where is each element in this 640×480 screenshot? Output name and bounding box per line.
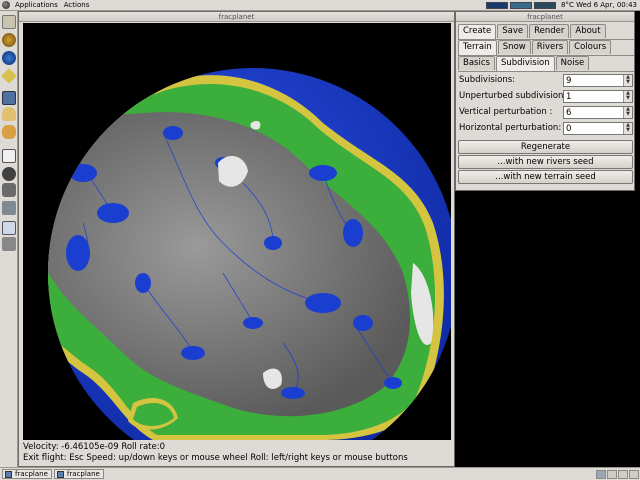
horizontal-perturbation-spinbox[interactable]: 0 ▲ ▼ xyxy=(563,122,633,135)
clock[interactable]: 8°C Wed 6 Apr, 00:43 xyxy=(558,1,640,9)
browser-launcher-icon[interactable] xyxy=(2,51,16,65)
regenerate-button[interactable]: Regenerate xyxy=(458,140,633,154)
memory-monitor-icon[interactable] xyxy=(510,1,533,9)
tab-create[interactable]: Create xyxy=(458,24,497,39)
tab-basics[interactable]: Basics xyxy=(458,56,495,70)
unperturbed-subdivisions-spinbox[interactable]: 1 ▲ ▼ xyxy=(563,90,633,103)
printer-launcher-icon[interactable] xyxy=(2,201,16,215)
tab-snow[interactable]: Snow xyxy=(497,40,531,54)
camera-launcher-icon[interactable] xyxy=(2,167,16,181)
applications-menu[interactable]: Applications xyxy=(12,1,61,9)
spin-arrows-icon[interactable]: ▲ ▼ xyxy=(623,123,632,134)
workspace-1[interactable] xyxy=(596,469,606,479)
unperturbed-subdivisions-row: Unperturbed subdivisions: 1 ▲ ▼ xyxy=(459,90,633,104)
subdivisions-spinbox[interactable]: 9 ▲ ▼ xyxy=(563,74,633,87)
workspace-3[interactable] xyxy=(618,469,628,479)
top-panel: Applications Actions 8°C Wed 6 Apr, 00:4… xyxy=(0,0,640,11)
control-window-title[interactable]: fracplanet xyxy=(456,12,634,22)
spin-arrows-icon[interactable]: ▲ ▼ xyxy=(623,107,632,118)
tab-terrain[interactable]: Terrain xyxy=(458,40,497,55)
tab-render[interactable]: Render xyxy=(529,24,570,38)
launcher-panel xyxy=(0,11,18,467)
network-monitor-icon[interactable] xyxy=(534,1,557,9)
app-icon xyxy=(5,471,12,478)
flight-help-text: Exit flight: Esc Speed: up/down keys or … xyxy=(23,453,408,463)
new-rivers-seed-button[interactable]: ...with new rivers seed xyxy=(458,155,633,169)
desktop: Applications Actions 8°C Wed 6 Apr, 00:4… xyxy=(0,0,640,480)
car-launcher-icon[interactable] xyxy=(2,183,16,197)
display-launcher-icon[interactable] xyxy=(2,221,16,235)
control-window: fracplanet Create Save Render About Terr… xyxy=(455,11,635,191)
vertical-perturbation-label: Vertical perturbation : xyxy=(459,107,553,117)
notes-launcher-icon[interactable] xyxy=(2,149,16,163)
new-terrain-seed-button[interactable]: ...with new terrain seed xyxy=(458,170,633,184)
foot-logo-icon[interactable] xyxy=(2,1,10,9)
taskbar-item-fracplanet-2[interactable]: fracplane xyxy=(53,469,104,479)
cpu-monitor-icon[interactable] xyxy=(486,1,509,9)
tab-colours[interactable]: Colours xyxy=(569,40,612,54)
compass-launcher-icon[interactable] xyxy=(2,33,16,47)
penguin-launcher-icon[interactable] xyxy=(2,125,16,139)
taskbar-item-fracplanet-1[interactable]: fracplane xyxy=(2,469,52,479)
flight-status: Velocity: -6.46105e-09 Roll rate:0 Exit … xyxy=(23,442,451,464)
render-window: fracplanet Velocity: -6.46105e-09 Roll r… xyxy=(18,11,455,467)
tab-rivers[interactable]: Rivers xyxy=(531,40,569,54)
horizontal-perturbation-label: Horizontal perturbation: xyxy=(459,123,562,133)
tab-save[interactable]: Save xyxy=(497,24,529,38)
spin-arrows-icon[interactable]: ▲ ▼ xyxy=(623,91,632,102)
subdivisions-row: Subdivisions: 9 ▲ ▼ xyxy=(459,74,633,88)
horizontal-perturbation-row: Horizontal perturbation: 0 ▲ ▼ xyxy=(459,122,633,136)
tab-subdivision[interactable]: Subdivision xyxy=(495,56,555,71)
workspace-4[interactable] xyxy=(629,469,639,479)
render-window-title[interactable]: fracplanet xyxy=(19,12,454,22)
main-tabs: Create Save Render About xyxy=(458,24,607,39)
planet-viewport[interactable] xyxy=(23,23,451,440)
user-launcher-icon[interactable] xyxy=(2,107,16,121)
planet-render xyxy=(48,68,451,440)
workspace-2[interactable] xyxy=(607,469,617,479)
actions-menu[interactable]: Actions xyxy=(61,1,93,9)
spin-arrows-icon[interactable]: ▲ ▼ xyxy=(623,75,632,86)
taskbar: fracplane fracplane xyxy=(0,467,640,480)
subdivisions-label: Subdivisions: xyxy=(459,75,515,85)
phone-launcher-icon[interactable] xyxy=(2,237,16,251)
create-tabs: Terrain Snow Rivers Colours xyxy=(458,40,612,55)
terrain-tabs: Basics Subdivision Noise xyxy=(458,56,590,71)
tab-noise[interactable]: Noise xyxy=(555,56,590,70)
mail-launcher-icon[interactable] xyxy=(1,68,17,84)
terminal-launcher-icon[interactable] xyxy=(2,15,16,29)
app-icon xyxy=(56,471,64,478)
unperturbed-subdivisions-label: Unperturbed subdivisions: xyxy=(459,91,571,101)
vertical-perturbation-row: Vertical perturbation : 6 ▲ ▼ xyxy=(459,106,633,120)
monitor-launcher-icon[interactable] xyxy=(2,91,16,105)
tab-about[interactable]: About xyxy=(570,24,606,38)
vertical-perturbation-spinbox[interactable]: 6 ▲ ▼ xyxy=(563,106,633,119)
velocity-readout: Velocity: -6.46105e-09 Roll rate:0 xyxy=(23,442,166,452)
